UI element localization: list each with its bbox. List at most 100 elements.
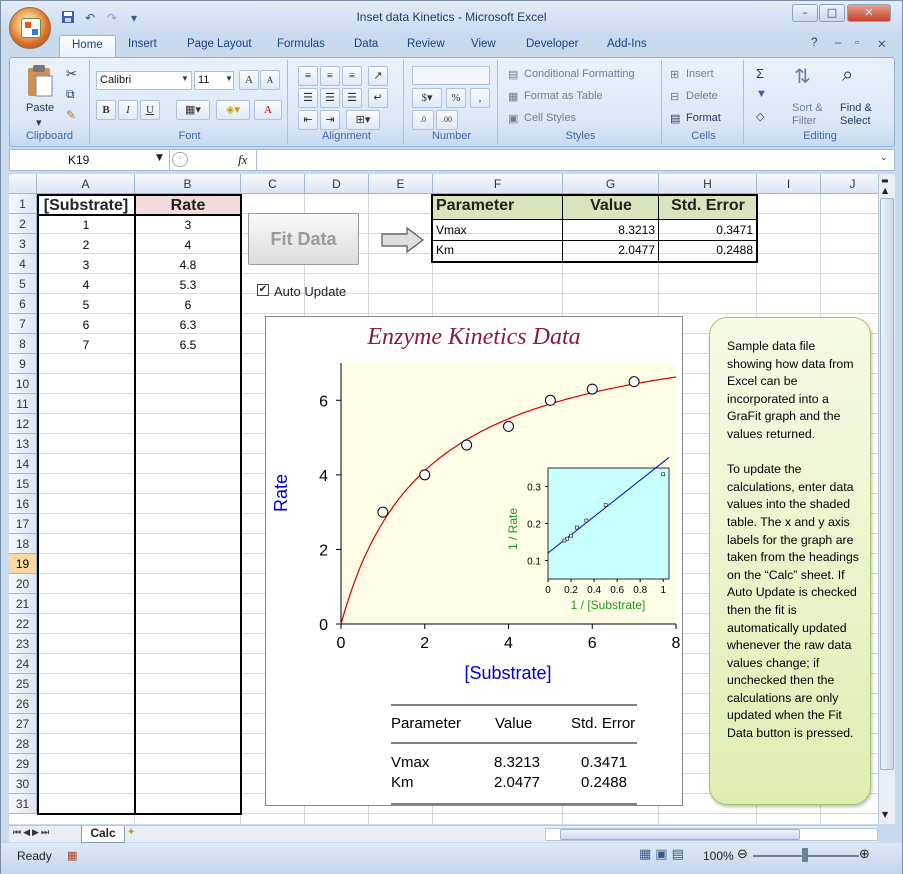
copy-icon[interactable]: ⧉ (66, 87, 75, 102)
tab-page-layout[interactable]: Page Layout (187, 38, 252, 50)
font-name-dropdown-icon[interactable]: ▼ (181, 74, 189, 83)
sort-filter-icon[interactable]: ⇅ (794, 64, 811, 89)
row-header[interactable]: 27 (9, 714, 37, 734)
undo-icon[interactable]: ↶ (81, 10, 99, 26)
insert-cells-button[interactable]: Insert (686, 68, 714, 80)
tab-home[interactable]: Home (59, 35, 116, 57)
select-all-corner[interactable] (9, 174, 37, 194)
ribbon-minimize-button[interactable]: – (835, 37, 841, 49)
format-cells-icon[interactable]: ▤ (670, 112, 680, 125)
row-header[interactable]: 28 (9, 734, 37, 754)
ribbon-restore-button[interactable]: ▫ (855, 37, 859, 49)
row-header[interactable]: 1 (9, 194, 37, 214)
row-header[interactable]: 19 (9, 554, 37, 574)
scroll-down-icon[interactable]: ▼ (882, 810, 888, 819)
data-cell[interactable]: 4.8 (135, 255, 241, 275)
kinetics-chart[interactable]: Enzyme Kinetics Data 0 2 4 6 8 0 2 4 6 [Substrate]… (265, 316, 683, 806)
results-cell[interactable]: 0.3471 (659, 220, 757, 240)
data-cell[interactable]: 7 (37, 335, 135, 355)
zoom-circle-icon[interactable]: ◦ (172, 152, 188, 167)
shrink-font-button[interactable]: A (260, 70, 280, 90)
scroll-up-icon[interactable]: ▲ (882, 186, 888, 195)
tab-view[interactable]: View (471, 38, 496, 50)
format-cells-button[interactable]: Format (686, 112, 721, 124)
column-header[interactable]: A (37, 174, 135, 194)
row-header[interactable]: 21 (9, 594, 37, 614)
row-header[interactable]: 11 (9, 394, 37, 414)
column-header[interactable]: G (563, 174, 659, 194)
bold-button[interactable]: B (96, 100, 116, 120)
decrease-indent-icon[interactable]: ⇤ (298, 110, 318, 130)
row-header[interactable]: 6 (9, 294, 37, 314)
cell-styles-button[interactable]: Cell Styles (524, 112, 576, 124)
column-header[interactable]: C (241, 174, 305, 194)
results-cell[interactable]: 0.2488 (659, 240, 757, 260)
paste-button[interactable]: Paste (26, 102, 54, 114)
row-header[interactable]: 9 (9, 354, 37, 374)
align-right-icon[interactable]: ☰ (342, 88, 362, 108)
align-left-icon[interactable]: ☰ (298, 88, 318, 108)
font-color-button[interactable]: A (254, 100, 282, 120)
row-header[interactable]: 2 (9, 214, 37, 234)
orientation-icon[interactable]: ↗ (368, 66, 388, 86)
row-header[interactable]: 13 (9, 434, 37, 454)
number-format-select[interactable] (412, 66, 490, 85)
format-painter-icon[interactable]: ✎ (66, 108, 76, 122)
data-cell[interactable]: 6 (135, 295, 241, 315)
decrease-decimal-icon[interactable]: .00 (436, 110, 458, 130)
italic-button[interactable]: I (118, 100, 138, 120)
find-button[interactable]: Find & (840, 102, 872, 114)
zoom-slider-thumb[interactable] (802, 848, 808, 862)
data-cell[interactable]: 3 (135, 215, 241, 235)
comma-icon[interactable]: , (470, 88, 490, 108)
insert-cells-icon[interactable]: ⊞ (670, 68, 679, 81)
paste-icon[interactable] (26, 64, 54, 98)
column-header[interactable]: B (135, 174, 241, 194)
row-header[interactable]: 26 (9, 694, 37, 714)
grow-font-button[interactable]: A (239, 70, 259, 90)
autosum-button[interactable]: Σ (756, 66, 764, 81)
split-box-icon[interactable]: ▬ (881, 176, 889, 185)
paste-dropdown-icon[interactable]: ▾ (36, 116, 42, 129)
vertical-scroll-thumb[interactable] (880, 198, 894, 770)
insert-sheet-icon[interactable]: ✦ (127, 827, 135, 838)
align-middle-icon[interactable]: ≡ (320, 66, 340, 86)
align-center-icon[interactable]: ☰ (320, 88, 340, 108)
increase-indent-icon[interactable]: ⇥ (320, 110, 340, 130)
function-button[interactable]: fx (238, 152, 247, 168)
conditional-formatting-icon[interactable]: ▤ (508, 68, 518, 81)
delete-cells-icon[interactable]: ⊟ (670, 90, 679, 103)
name-box[interactable]: K19 (10, 150, 170, 170)
row-header[interactable]: 7 (9, 314, 37, 334)
data-cell[interactable]: 2 (37, 235, 135, 255)
increase-decimal-icon[interactable]: .0 (412, 110, 434, 130)
filter-button[interactable]: Filter (792, 115, 816, 127)
row-header[interactable]: 3 (9, 234, 37, 254)
format-as-table-icon[interactable]: ▦ (508, 90, 518, 103)
row-header[interactable]: 24 (9, 654, 37, 674)
results-cell[interactable]: Vmax (431, 220, 563, 240)
customize-icon[interactable]: ▾ (125, 10, 143, 26)
row-header[interactable]: 8 (9, 334, 37, 354)
macro-record-icon[interactable]: ▦ (67, 849, 77, 862)
row-header[interactable]: 16 (9, 494, 37, 514)
binoculars-icon[interactable]: ⌕ (842, 64, 853, 87)
data-cell[interactable]: 5.3 (135, 275, 241, 295)
row-header[interactable]: 30 (9, 774, 37, 794)
data-cell[interactable]: 6 (37, 315, 135, 335)
results-cell[interactable]: 8.3213 (563, 220, 659, 240)
horizontal-scroll-thumb[interactable] (560, 829, 800, 840)
row-header[interactable]: 22 (9, 614, 37, 634)
data-cell[interactable]: 6.5 (135, 335, 241, 355)
vertical-scrollbar[interactable]: ▬ ▲ ▼ (878, 174, 895, 824)
horizontal-scrollbar[interactable] (545, 828, 878, 841)
workbook-close-button[interactable]: ✕ (877, 37, 887, 51)
clear-icon[interactable]: ◇ (756, 110, 764, 123)
auto-update-checkbox[interactable]: ✔ (257, 284, 269, 296)
row-header[interactable]: 31 (9, 794, 37, 814)
sort-button[interactable]: Sort & (792, 102, 823, 114)
column-header[interactable]: I (757, 174, 821, 194)
results-cell[interactable]: Km (431, 240, 563, 260)
font-size-dropdown-icon[interactable]: ▼ (225, 74, 233, 83)
view-buttons-icon[interactable]: ▦▣▤ (639, 847, 688, 862)
